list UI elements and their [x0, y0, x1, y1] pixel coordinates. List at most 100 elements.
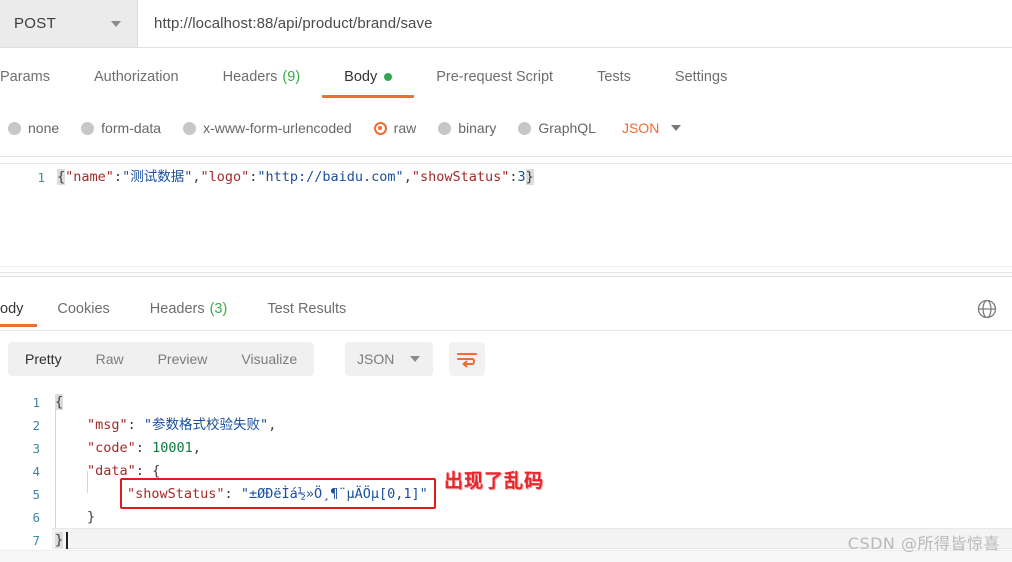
json-comma: , [192, 440, 201, 456]
body-type-urlencoded[interactable]: x-www-form-urlencoded [183, 120, 352, 136]
json-colon: : [135, 463, 144, 479]
request-body-editor[interactable]: 1 {"name":"测试数据","logo":"http://baidu.co… [0, 166, 1012, 266]
line-number: 2 [32, 418, 40, 433]
radio-urlencoded-icon[interactable] [183, 121, 197, 135]
body-type-graphql[interactable]: GraphQL [518, 120, 596, 136]
body-type-form-data-label: form-data [101, 120, 162, 136]
json-value-msg: "参数格式校验失败" [143, 417, 269, 433]
request-body-format-label: JSON [621, 120, 660, 136]
tab-headers[interactable]: Headers (9) [201, 48, 323, 105]
json-colon: : [224, 486, 233, 502]
request-json-line-1: {"name":"测试数据","logo":"http://baidu.com"… [57, 166, 534, 189]
json-key-msg: "msg" [87, 417, 128, 433]
view-mode-raw[interactable]: Raw [79, 342, 141, 376]
code-line: 6 } [0, 506, 1012, 529]
line-number: 3 [32, 441, 40, 456]
tab-authorization[interactable]: Authorization [72, 48, 201, 105]
response-json-line-2: "msg": "参数格式校验失败", [87, 414, 276, 437]
view-mode-preview[interactable]: Preview [141, 342, 225, 376]
body-type-raw[interactable]: raw [373, 120, 416, 136]
body-type-none[interactable]: none [8, 120, 59, 136]
response-tab-body[interactable]: ody [0, 287, 38, 330]
tab-tests-label: Tests [597, 68, 631, 85]
pane-splitter[interactable] [0, 272, 1012, 277]
response-json-line-1: { [55, 391, 64, 414]
radio-form-data-icon[interactable] [81, 121, 95, 135]
tab-body[interactable]: Body [322, 48, 415, 105]
tab-params[interactable]: Params [0, 48, 72, 105]
line-number: 7 [32, 533, 40, 548]
body-type-none-label: none [28, 120, 60, 136]
json-value-showstatus: 3 [517, 169, 526, 185]
json-open-brace: { [152, 463, 161, 479]
divider [0, 266, 1012, 267]
line-number: 4 [32, 464, 40, 479]
line-number: 1 [32, 395, 40, 410]
json-close-brace: } [55, 532, 64, 548]
body-type-urlencoded-label: x-www-form-urlencoded [203, 120, 352, 136]
response-tab-body-active-underline [0, 324, 38, 327]
tab-settings-label: Settings [674, 68, 728, 85]
postman-window: POST http://localhost:88/api/product/bra… [0, 0, 1012, 562]
view-mode-pretty[interactable]: Pretty [8, 342, 79, 376]
json-close-brace: } [87, 509, 96, 525]
json-colon: : [509, 169, 518, 185]
text-cursor [66, 532, 68, 549]
response-json-line-6: } [87, 506, 95, 529]
response-json-line-4: "data": { [87, 460, 160, 483]
globe-icon[interactable] [976, 298, 998, 320]
request-body-format-select[interactable]: JSON [621, 120, 682, 136]
tab-tests[interactable]: Tests [575, 48, 653, 105]
wrap-text-icon[interactable] [449, 342, 485, 376]
response-tab-bar: ody Cookies Headers (3) Test Results [0, 287, 1012, 330]
json-comma: , [403, 169, 412, 185]
json-key-name: "name" [65, 169, 114, 185]
body-type-form-data[interactable]: form-data [81, 120, 161, 136]
code-line: 1 { [0, 391, 1012, 414]
annotation-text: 出现了乱码 [444, 470, 545, 492]
url-input[interactable]: http://localhost:88/api/product/brand/sa… [138, 0, 1012, 47]
view-mode-visualize[interactable]: Visualize [224, 342, 314, 376]
tab-body-label: Body [344, 68, 378, 85]
request-tab-bar: Params Authorization Headers (9) Body Pr… [0, 48, 1012, 105]
json-close-brace: } [525, 169, 534, 185]
code-line: 2 "msg": "参数格式校验失败", [0, 414, 1012, 437]
response-json-line-5: "showStatus": "±ØÐëÌá½»Ö¸¶¨µÄÖµ[0,1]" [127, 483, 428, 506]
json-open-brace: { [55, 394, 64, 410]
response-tab-headers-label: Headers [149, 300, 205, 317]
body-type-binary[interactable]: binary [438, 120, 496, 136]
tab-body-active-underline [322, 95, 415, 98]
response-tab-body-label: ody [0, 300, 24, 317]
chevron-down-icon [111, 20, 121, 27]
response-tab-test-results[interactable]: Test Results [247, 287, 366, 330]
http-method-select[interactable]: POST [0, 0, 138, 47]
line-number: 6 [32, 510, 40, 525]
divider [0, 163, 1012, 164]
json-key-code: "code" [87, 440, 136, 456]
json-key-data: "data" [87, 463, 136, 479]
radio-binary-icon[interactable] [438, 121, 452, 135]
body-type-radio-group: none form-data x-www-form-urlencoded raw… [0, 109, 1012, 147]
body-type-binary-label: binary [458, 120, 497, 136]
radio-raw-icon[interactable] [373, 121, 387, 135]
response-format-select[interactable]: JSON [345, 342, 433, 376]
response-format-label: JSON [357, 351, 395, 367]
line-number: 1 [37, 170, 45, 185]
http-method-label: POST [14, 15, 57, 32]
json-value-code: 10001 [152, 440, 193, 456]
response-json-line-3: "code": 10001, [87, 437, 201, 460]
chevron-down-icon [671, 125, 682, 131]
json-open-brace: { [57, 169, 66, 185]
url-text: http://localhost:88/api/product/brand/sa… [154, 15, 433, 32]
tab-pre-request-script[interactable]: Pre-request Script [414, 48, 575, 105]
response-tab-headers[interactable]: Headers (3) [130, 287, 248, 330]
response-json-line-7: } [55, 529, 64, 552]
radio-none-icon[interactable] [8, 121, 21, 135]
json-colon: : [127, 417, 136, 433]
divider [0, 330, 1012, 331]
response-tab-cookies[interactable]: Cookies [37, 287, 129, 330]
radio-graphql-icon[interactable] [518, 121, 532, 135]
json-colon: : [135, 440, 144, 456]
json-key-showstatus: "showStatus" [127, 486, 225, 502]
tab-settings[interactable]: Settings [653, 48, 749, 105]
